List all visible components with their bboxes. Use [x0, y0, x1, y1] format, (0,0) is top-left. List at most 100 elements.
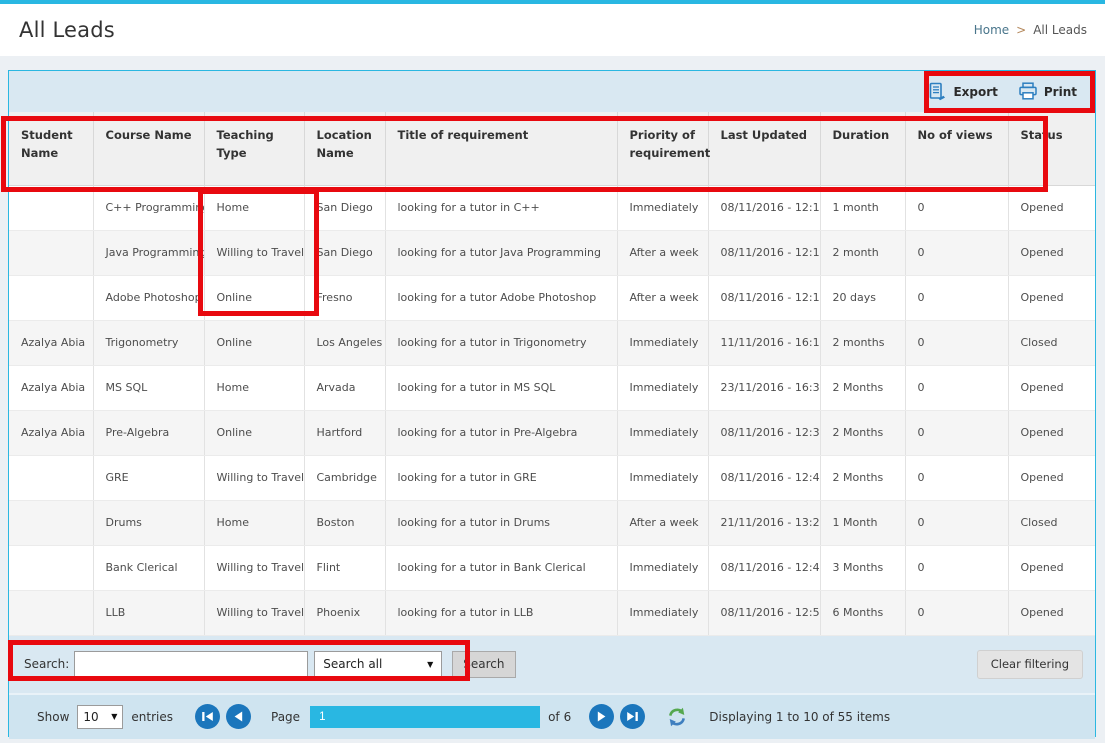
table-cell: Opened: [1008, 545, 1095, 590]
clear-filtering-button[interactable]: Clear filtering: [977, 650, 1083, 679]
table-cell: Opened: [1008, 185, 1095, 230]
table-row[interactable]: LLBWilling to TravelPhoenixlooking for a…: [9, 590, 1095, 635]
table-cell: [9, 275, 93, 320]
refresh-icon[interactable]: [667, 707, 687, 727]
table-cell: 23/11/2016 - 16:33: [708, 365, 820, 410]
table-cell: Opened: [1008, 230, 1095, 275]
table-cell: 0: [905, 185, 1008, 230]
table-cell: Fresno: [304, 275, 385, 320]
search-button[interactable]: Search: [452, 651, 515, 678]
previous-page-button[interactable]: [226, 704, 251, 729]
breadcrumb-separator-icon: >: [1016, 23, 1026, 37]
table-row[interactable]: Azalya AbiaMS SQLHomeArvadalooking for a…: [9, 365, 1095, 410]
page-size-select[interactable]: 10 ▼: [77, 705, 123, 729]
export-button-label: Export: [953, 85, 997, 99]
table-cell: After a week: [617, 230, 708, 275]
screen: All Leads Home > All Leads Export: [0, 0, 1105, 56]
table-row[interactable]: DrumsHomeBostonlooking for a tutor in Dr…: [9, 500, 1095, 545]
next-page-button[interactable]: [589, 704, 614, 729]
table-cell: looking for a tutor in LLB: [385, 590, 617, 635]
table-cell: 0: [905, 275, 1008, 320]
column-header-priority[interactable]: Priority of requirement: [617, 112, 708, 185]
table-cell: Opened: [1008, 275, 1095, 320]
table-cell: Pre-Algebra: [93, 410, 204, 455]
column-header-title[interactable]: Title of requirement: [385, 112, 617, 185]
table-cell: Opened: [1008, 365, 1095, 410]
table-cell: Phoenix: [304, 590, 385, 635]
table-cell: 0: [905, 410, 1008, 455]
table-header-row: Student Name Course Name Teaching Type L…: [9, 112, 1095, 185]
table-header: Student Name Course Name Teaching Type L…: [9, 112, 1095, 185]
page-label: Page: [271, 710, 300, 724]
total-pages: 6: [564, 710, 572, 724]
table-cell: Immediately: [617, 365, 708, 410]
leads-panel: Export Print Student Name: [8, 70, 1096, 737]
table-cell: GRE: [93, 455, 204, 500]
breadcrumb-home-link[interactable]: Home: [974, 23, 1009, 37]
breadcrumb-current: All Leads: [1033, 23, 1087, 37]
table-row[interactable]: Azalya AbiaTrigonometryOnlineLos Angeles…: [9, 320, 1095, 365]
search-field-selected-value: Search all: [323, 657, 382, 671]
page-number-input[interactable]: [310, 706, 540, 728]
table-cell: Immediately: [617, 185, 708, 230]
table-cell: Flint: [304, 545, 385, 590]
column-header-teaching-type[interactable]: Teaching Type: [204, 112, 304, 185]
table-cell: Willing to Travel: [204, 455, 304, 500]
table-cell: Willing to Travel: [204, 590, 304, 635]
entries-label: entries: [131, 710, 173, 724]
table-cell: Online: [204, 320, 304, 365]
table-cell: Immediately: [617, 590, 708, 635]
table-row[interactable]: C++ ProgrammingHomeSan Diegolooking for …: [9, 185, 1095, 230]
table-cell: 08/11/2016 - 12:19: [708, 275, 820, 320]
table-cell: 08/11/2016 - 12:48: [708, 545, 820, 590]
table-cell: [9, 545, 93, 590]
column-header-course-name[interactable]: Course Name: [93, 112, 204, 185]
print-button-label: Print: [1044, 85, 1077, 99]
table-cell: 0: [905, 230, 1008, 275]
table-cell: San Diego: [304, 185, 385, 230]
table-cell: 0: [905, 545, 1008, 590]
search-field-select[interactable]: Search all ▼: [314, 651, 442, 678]
table-cell: 0: [905, 365, 1008, 410]
table-cell: Immediately: [617, 455, 708, 500]
column-header-location-name[interactable]: Location Name: [304, 112, 385, 185]
export-document-icon: [928, 82, 947, 101]
column-header-status[interactable]: Status: [1008, 112, 1095, 185]
table-cell: Willing to Travel: [204, 230, 304, 275]
chevron-down-icon: ▼: [427, 660, 433, 669]
table-cell: Azalya Abia: [9, 320, 93, 365]
table-toolbar: Export Print: [9, 71, 1095, 112]
table-row[interactable]: Azalya AbiaPre-AlgebraOnlineHartfordlook…: [9, 410, 1095, 455]
table-row[interactable]: Java ProgrammingWilling to TravelSan Die…: [9, 230, 1095, 275]
table-cell: [9, 590, 93, 635]
first-page-button[interactable]: [195, 704, 220, 729]
column-header-last-updated[interactable]: Last Updated: [708, 112, 820, 185]
table-cell: Home: [204, 185, 304, 230]
table-row[interactable]: Adobe PhotoshopOnlineFresnolooking for a…: [9, 275, 1095, 320]
table-cell: LLB: [93, 590, 204, 635]
table-cell: looking for a tutor in GRE: [385, 455, 617, 500]
table-cell: Opened: [1008, 410, 1095, 455]
table-cell: 0: [905, 455, 1008, 500]
table-cell: 2 month: [820, 230, 905, 275]
table-row[interactable]: Bank ClericalWilling to TravelFlintlooki…: [9, 545, 1095, 590]
table-cell: 0: [905, 320, 1008, 365]
table-cell: Boston: [304, 500, 385, 545]
column-header-duration[interactable]: Duration: [820, 112, 905, 185]
table-cell: 21/11/2016 - 13:20: [708, 500, 820, 545]
print-button[interactable]: Print: [1018, 82, 1077, 101]
table-cell: [9, 500, 93, 545]
table-row[interactable]: GREWilling to TravelCambridgelooking for…: [9, 455, 1095, 500]
of-label: of: [548, 710, 560, 724]
export-button[interactable]: Export: [928, 82, 997, 101]
table-cell: [9, 230, 93, 275]
breadcrumb: Home > All Leads: [974, 23, 1087, 37]
leads-table: Student Name Course Name Teaching Type L…: [9, 112, 1095, 636]
last-page-button[interactable]: [620, 704, 645, 729]
search-input[interactable]: [74, 651, 308, 678]
column-header-views[interactable]: No of views: [905, 112, 1008, 185]
table-cell: 1 Month: [820, 500, 905, 545]
table-cell: Willing to Travel: [204, 545, 304, 590]
table-cell: Closed: [1008, 500, 1095, 545]
column-header-student-name[interactable]: Student Name: [9, 112, 93, 185]
